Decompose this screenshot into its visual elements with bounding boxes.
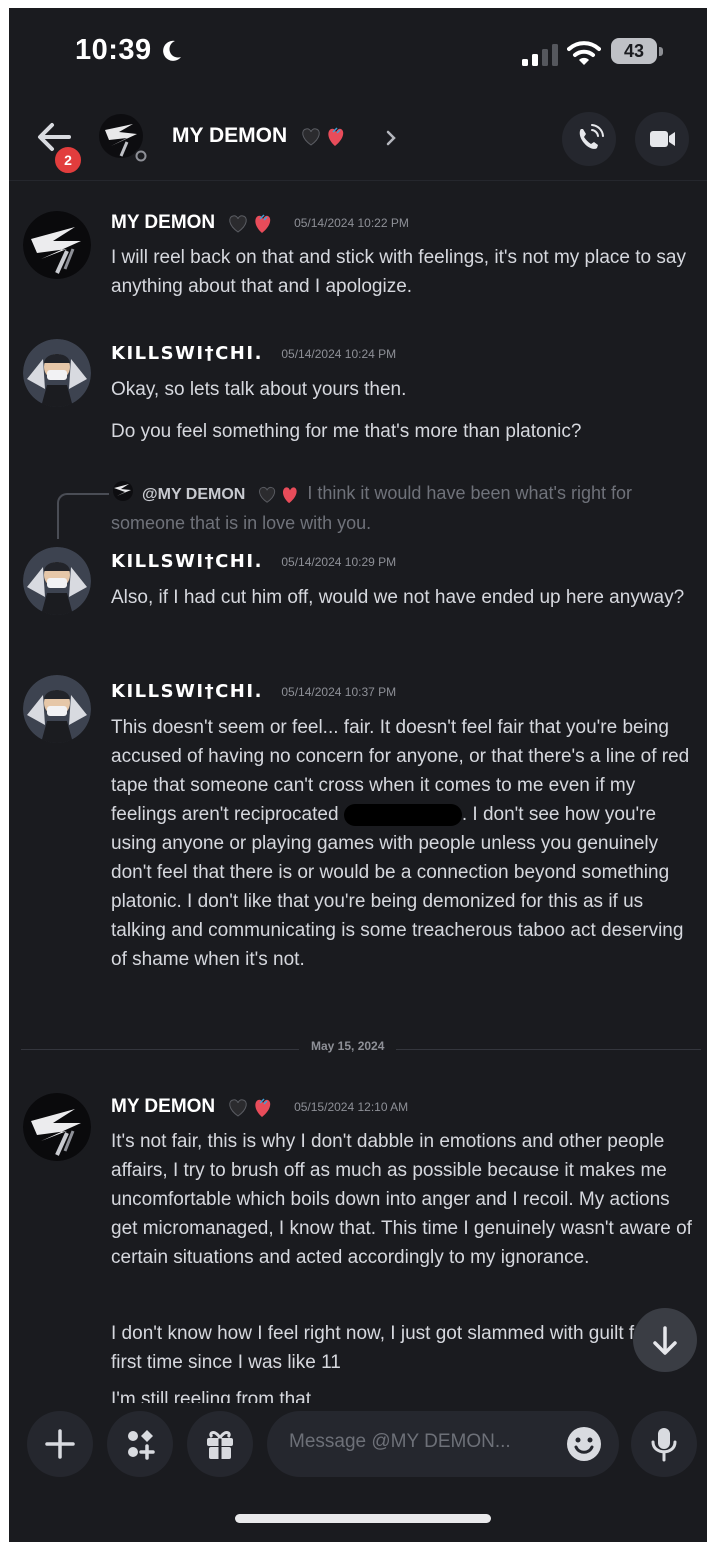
reply-mention[interactable]: @MY DEMON xyxy=(142,486,245,503)
apps-button[interactable] xyxy=(107,1411,173,1477)
signal-icon xyxy=(522,44,558,66)
wifi-icon xyxy=(567,41,601,65)
hearts-emoji-icon xyxy=(259,487,297,504)
avatar[interactable] xyxy=(97,112,149,164)
unread-badge: 2 xyxy=(52,144,84,176)
plus-icon xyxy=(45,1429,75,1459)
message-text: I will reel back on that and stick with … xyxy=(111,247,686,297)
message-timestamp: 05/14/2024 10:22 PM xyxy=(294,216,409,230)
avatar[interactable] xyxy=(23,339,91,407)
message-text: Do you feel something for me that's more… xyxy=(111,421,582,442)
home-indicator[interactable] xyxy=(235,1514,491,1523)
battery-indicator: 43 xyxy=(611,38,663,66)
message-text: Also, if I had cut him off, would we not… xyxy=(111,587,685,608)
message-input[interactable]: Message @MY DEMON... xyxy=(267,1411,619,1477)
message-text: Okay, so lets talk about yours then. xyxy=(111,379,407,400)
message-header: MY DEMON 05/14/2024 10:22 PM xyxy=(111,211,409,235)
emoji-icon[interactable] xyxy=(565,1425,603,1463)
jump-to-bottom-button[interactable] xyxy=(633,1308,697,1372)
arrow-down-icon xyxy=(653,1326,677,1355)
battery-tip xyxy=(659,47,663,56)
message-header: KILLSWI†CHI. 05/14/2024 10:24 PM xyxy=(111,343,396,364)
hearts-emoji-icon xyxy=(302,127,344,147)
message-composer: Message @MY DEMON... xyxy=(9,1405,707,1485)
message-timestamp: 05/15/2024 12:10 AM xyxy=(294,1100,409,1114)
author-name[interactable]: KILLSWI†CHI. xyxy=(111,681,263,702)
message-timestamp: 05/14/2024 10:37 PM xyxy=(281,684,397,699)
microphone-icon xyxy=(651,1428,677,1462)
chat-screen: 10:39 43 2 MY DEMON MY DEMON 05/14/2024 … xyxy=(9,8,707,1542)
avatar[interactable] xyxy=(23,1093,91,1161)
message-header: KILLSWI†CHI. 05/14/2024 10:37 PM xyxy=(111,681,396,702)
avatar[interactable] xyxy=(23,547,91,615)
message-text-part: . I don't see how you're using anyone or… xyxy=(111,804,684,970)
gift-icon xyxy=(207,1431,233,1459)
video-camera-icon xyxy=(650,131,675,147)
conversation-name: MY DEMON xyxy=(172,124,288,147)
redaction-block xyxy=(343,803,462,826)
message-text: I'm still reeling from that xyxy=(111,1389,312,1403)
author-name[interactable]: KILLSWI†CHI. xyxy=(111,343,263,364)
apps-icon xyxy=(128,1430,155,1460)
message-header: MY DEMON 05/15/2024 12:10 AM xyxy=(111,1095,408,1119)
phone-icon xyxy=(579,124,604,149)
moon-icon xyxy=(163,40,181,61)
avatar[interactable] xyxy=(23,211,91,279)
message-header: KILLSWI†CHI. 05/14/2024 10:29 PM xyxy=(111,551,396,572)
status-bar: 10:39 43 xyxy=(9,8,707,94)
message-timestamp: 05/14/2024 10:24 PM xyxy=(281,346,397,361)
add-attachment-button[interactable] xyxy=(27,1411,93,1477)
author-name[interactable]: MY DEMON xyxy=(111,212,215,233)
avatar xyxy=(113,481,133,501)
message-text: This doesn't seem or feel... fair. It do… xyxy=(111,713,695,974)
chevron-right-icon[interactable] xyxy=(384,128,398,148)
date-divider-label: May 15, 2024 xyxy=(299,1039,397,1053)
reply-connector xyxy=(57,493,109,539)
video-call-button[interactable] xyxy=(635,112,689,166)
status-time: 10:39 xyxy=(75,34,152,66)
message-text: I don't know how I feel right now, I jus… xyxy=(111,1323,683,1373)
battery-level: 43 xyxy=(611,38,657,64)
chat-header: 2 MY DEMON xyxy=(9,98,707,181)
voice-call-button[interactable] xyxy=(562,112,616,166)
avatar[interactable] xyxy=(23,675,91,743)
gift-button[interactable] xyxy=(187,1411,253,1477)
header-title[interactable]: MY DEMON xyxy=(172,124,349,148)
message-text: It's not fair, this is why I don't dabbl… xyxy=(111,1131,692,1268)
hearts-emoji-icon xyxy=(228,1098,270,1117)
message-list[interactable]: MY DEMON 05/14/2024 10:22 PM I will reel… xyxy=(9,181,707,1403)
message-input-placeholder: Message @MY DEMON... xyxy=(289,1431,511,1452)
voice-message-button[interactable] xyxy=(631,1411,697,1477)
hearts-emoji-icon xyxy=(228,214,270,233)
message-timestamp: 05/14/2024 10:29 PM xyxy=(281,554,397,569)
reply-preview[interactable]: @MY DEMON I think it would have been wha… xyxy=(111,479,695,538)
author-name[interactable]: KILLSWI†CHI. xyxy=(111,551,263,572)
author-name[interactable]: MY DEMON xyxy=(111,1096,215,1117)
